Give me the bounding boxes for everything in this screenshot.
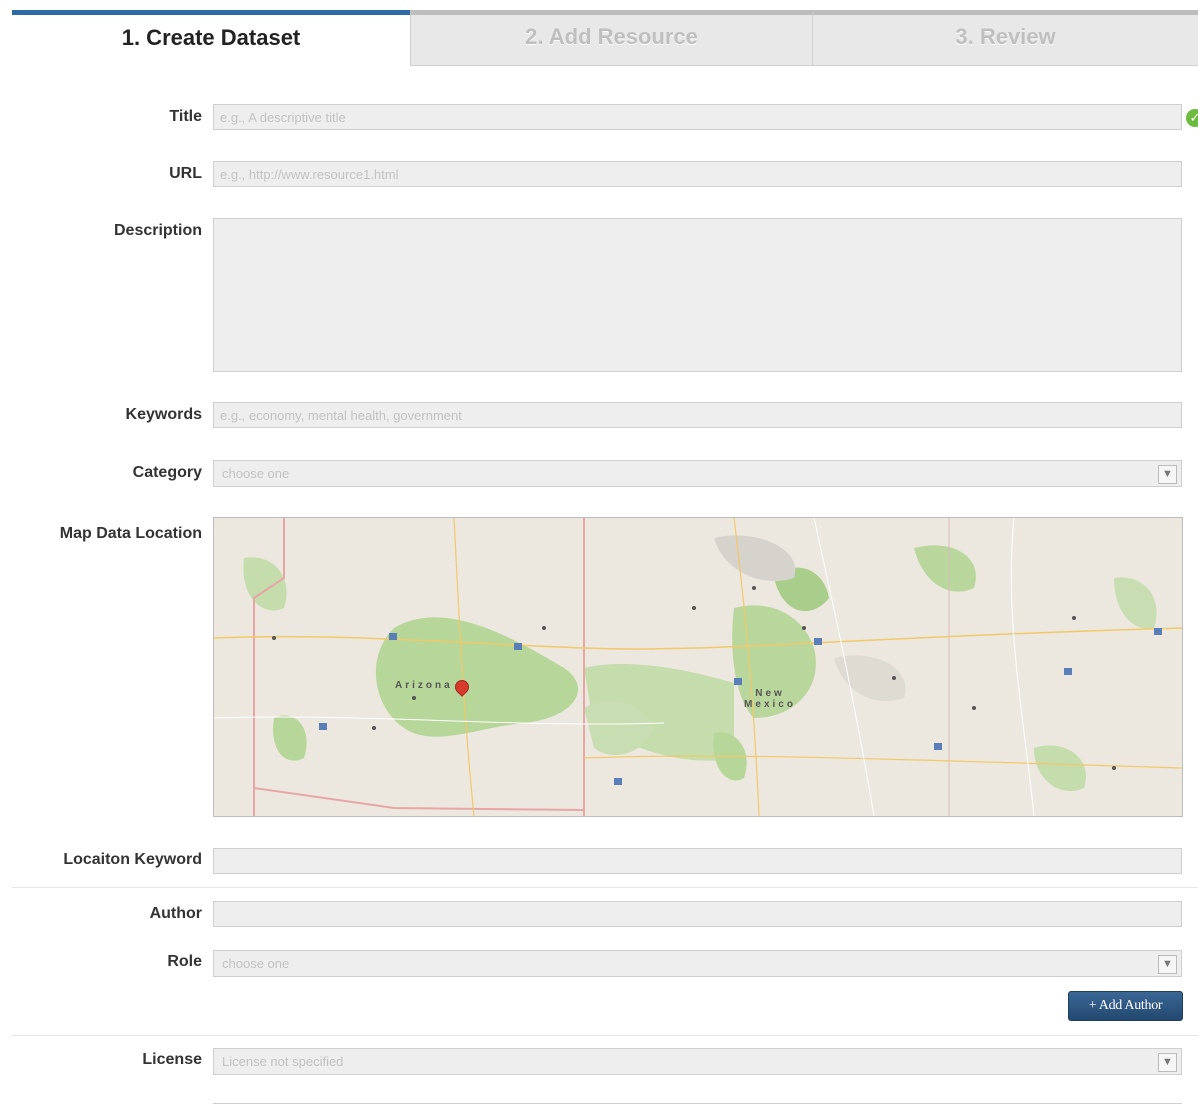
map-region-label-new-mexico: New Mexico <box>744 688 796 710</box>
license-label: License <box>142 1051 202 1068</box>
tab-review[interactable]: 3. Review <box>812 10 1198 66</box>
category-label: Category <box>132 464 202 481</box>
add-author-button[interactable]: + Add Author <box>1068 991 1183 1021</box>
map-location-label: Map Data Location <box>59 525 202 542</box>
category-select[interactable]: choose one ▼ <box>213 460 1182 487</box>
description-textarea[interactable] <box>213 218 1182 372</box>
license-select[interactable]: License not specified ▼ <box>213 1048 1182 1075</box>
location-keyword-label: Locaiton Keyword <box>63 851 202 868</box>
next-field-edge <box>213 1103 1182 1104</box>
author-label: Author <box>149 905 202 922</box>
map-region-label-arizona: Arizona <box>395 680 453 691</box>
triangle-down-icon[interactable]: ▼ <box>1158 955 1177 974</box>
create-dataset-page: 1. Create Dataset 2. Add Resource 3. Rev… <box>0 0 1198 1107</box>
section-divider <box>12 1035 1198 1036</box>
keywords-input[interactable] <box>213 402 1182 428</box>
category-selected-value: choose one <box>222 466 290 481</box>
triangle-down-icon[interactable]: ▼ <box>1158 465 1177 484</box>
map-data-location[interactable] <box>213 517 1183 817</box>
tab-create-dataset[interactable]: 1. Create Dataset <box>12 10 410 66</box>
triangle-down-icon[interactable]: ▼ <box>1158 1053 1177 1072</box>
title-label: Title <box>169 108 202 125</box>
url-label: URL <box>169 165 202 182</box>
wizard-tabs: 1. Create Dataset 2. Add Resource 3. Rev… <box>12 10 1198 66</box>
keywords-label: Keywords <box>125 406 202 423</box>
check-circle-icon: ✓ <box>1186 109 1198 127</box>
author-input[interactable] <box>213 901 1182 927</box>
section-divider <box>12 887 1198 888</box>
role-selected-value: choose one <box>222 956 290 971</box>
role-label: Role <box>167 953 202 970</box>
map-canvas <box>214 518 1182 816</box>
title-input[interactable] <box>213 104 1182 130</box>
role-select[interactable]: choose one ▼ <box>213 950 1182 977</box>
license-selected-value: License not specified <box>222 1054 344 1069</box>
url-input[interactable] <box>213 161 1182 187</box>
location-keyword-input[interactable] <box>213 848 1182 874</box>
description-label: Description <box>113 222 202 239</box>
tab-add-resource[interactable]: 2. Add Resource <box>410 10 812 66</box>
